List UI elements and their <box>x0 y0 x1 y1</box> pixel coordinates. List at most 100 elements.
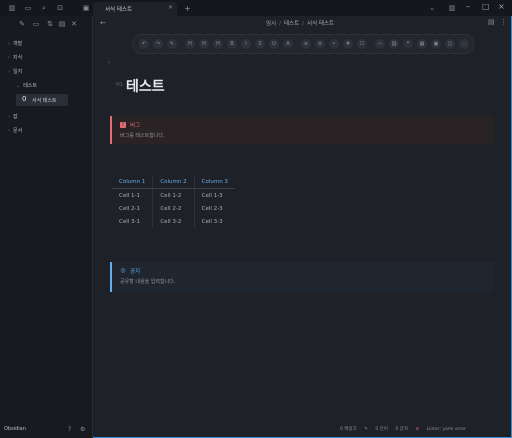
table-cell[interactable]: Cell 2-2 <box>152 202 195 215</box>
table-row: Cell 2-1 Cell 2-2 Cell 2-3 <box>112 202 235 215</box>
folder-label: 잡 <box>13 114 18 120</box>
redo-icon[interactable]: ↷ <box>153 39 163 49</box>
fold-chevron-icon[interactable]: › <box>108 60 110 66</box>
callout-icon[interactable]: ◫ <box>445 39 455 49</box>
vault-switcher[interactable]: Obsidian ? ⚙ <box>0 420 93 438</box>
table-cell[interactable]: Cell 1-2 <box>152 188 195 202</box>
settings-gear-icon[interactable]: ⚙ <box>80 426 85 433</box>
page-heading: 테스트 <box>126 79 165 95</box>
sidebar-toggle-icon[interactable]: ▥ <box>8 4 16 12</box>
table-icon[interactable]: ▦ <box>417 39 427 49</box>
highlight-icon[interactable]: A <box>283 39 293 49</box>
more-format-icon[interactable]: ⋯ <box>459 39 469 49</box>
file-label: 서식 테스트 <box>32 98 57 104</box>
folder-label: 개발 <box>13 41 23 47</box>
folder-misc[interactable]: › 잡 <box>8 113 18 120</box>
align-left-icon[interactable]: ≡ <box>301 39 311 49</box>
edit-mode-icon[interactable]: ✎ <box>364 427 368 432</box>
table-header-cell[interactable]: Column 1 <box>112 176 154 189</box>
bold-icon[interactable]: B <box>227 39 237 49</box>
new-folder-icon[interactable]: ▭ <box>32 20 40 28</box>
table-cell[interactable]: Cell 3-3 <box>194 215 235 228</box>
table-cell[interactable]: Cell 2-1 <box>112 202 154 215</box>
right-sidebar-toggle-icon[interactable]: ▥ <box>448 4 456 12</box>
folder-label: 일지 <box>13 69 23 75</box>
backlinks-count[interactable]: 0 백링크 <box>340 427 357 432</box>
quote-icon[interactable]: ❝ <box>403 39 413 49</box>
strikethrough-icon[interactable]: S <box>255 39 265 49</box>
folder-knowledge[interactable]: › 지식 <box>8 54 22 61</box>
table-row: Cell 3-1 Cell 3-2 Cell 3-3 <box>112 215 235 228</box>
close-icon[interactable]: ✕ <box>70 20 78 28</box>
table-cell[interactable]: Cell 1-3 <box>194 189 235 203</box>
info-icon: ◎ <box>120 267 126 274</box>
heading1-icon[interactable]: H <box>185 39 195 49</box>
heading3-icon[interactable]: H <box>213 39 223 49</box>
close-window-button[interactable]: × <box>498 2 505 11</box>
chevron-right-icon: › <box>8 114 10 120</box>
search-icon[interactable]: ⌕ <box>40 4 48 12</box>
linter-error-icon[interactable]: ⊘ <box>415 427 419 432</box>
minimize-button[interactable]: – <box>466 2 470 11</box>
table-header-cell[interactable]: Column 2 <box>152 176 195 189</box>
chevron-right-icon: › <box>8 128 10 134</box>
char-count: 0 글자 <box>395 427 408 432</box>
undo-icon[interactable]: ↶ <box>139 39 149 49</box>
folder-dev[interactable]: › 개발 <box>8 40 22 47</box>
heading2-icon[interactable]: H <box>199 39 209 49</box>
help-icon[interactable]: ? <box>68 426 71 433</box>
breadcrumb-item[interactable]: 임시 <box>266 21 276 27</box>
close-tab-icon[interactable]: × <box>168 4 173 11</box>
tab-format-test[interactable]: 서식 테스트 × <box>93 2 177 16</box>
word-count: 0 단어 <box>375 427 388 432</box>
table-cell[interactable]: Cell 2-3 <box>194 202 235 215</box>
formatting-toolbar: ↶ ↷ ✎ H H H B I S U A ≡ ≡ • # ☐ ‹› ⛓ ❝ ▦… <box>132 34 474 54</box>
file-number: 0 <box>22 95 27 103</box>
table-cell[interactable]: Cell 3-1 <box>112 215 154 228</box>
bookmark-icon[interactable]: ⊡ <box>56 4 64 12</box>
folder-docs[interactable]: › 문서 <box>8 127 22 134</box>
reading-view-icon[interactable]: ▤ <box>488 18 495 26</box>
callout-title: 버그 <box>130 123 141 129</box>
folder-test[interactable]: ⌄ 테스트 <box>16 82 37 89</box>
chevron-down-icon: ⌄ <box>16 83 21 89</box>
sort-icon[interactable]: ⇅ <box>46 20 54 28</box>
new-note-icon[interactable]: ✎ <box>18 20 26 28</box>
italic-icon[interactable]: I <box>241 39 251 49</box>
new-tab-button[interactable]: + <box>183 4 192 13</box>
nav-back-forward[interactable]: ← <box>100 19 106 27</box>
bullet-list-icon[interactable]: • <box>329 39 339 49</box>
dropdown-chevron-icon[interactable]: ⌄ <box>428 4 436 12</box>
callout-notice: ◎ 공지 공유할 내용을 입력합니다. <box>110 262 494 292</box>
image-icon[interactable]: ▣ <box>431 39 441 49</box>
table-cell[interactable]: Cell 3-2 <box>152 215 195 228</box>
chevron-right-icon: › <box>8 69 10 75</box>
callout-body: 공유할 내용을 입력합니다. <box>120 279 176 285</box>
more-options-icon[interactable]: ⋮ <box>500 18 507 26</box>
clear-format-icon[interactable]: ✎ <box>167 39 177 49</box>
linter-status[interactable]: Linter: yaml error <box>427 427 466 432</box>
align-center-icon[interactable]: ≡ <box>315 39 325 49</box>
callout-title: 공지 <box>130 269 141 275</box>
file-format-test[interactable]: 0 서식 테스트 <box>16 94 68 106</box>
link-icon[interactable]: ⛓ <box>389 39 399 49</box>
table-header-cell[interactable]: Column 3 <box>194 176 235 189</box>
checklist-icon[interactable]: ☐ <box>357 39 367 49</box>
table-cell[interactable]: Cell 1-1 <box>112 188 154 202</box>
collapse-icon[interactable]: ▤ <box>58 20 66 28</box>
folder-label: 테스트 <box>23 83 38 89</box>
breadcrumb-item[interactable]: 테스트 <box>284 21 299 27</box>
underline-icon[interactable]: U <box>269 39 279 49</box>
code-icon[interactable]: ‹› <box>375 39 385 49</box>
folder-journal[interactable]: › 일지 <box>8 68 22 75</box>
number-list-icon[interactable]: # <box>343 39 353 49</box>
callout-body: 버그를 테스트합니다. <box>120 133 165 139</box>
maximize-button[interactable]: □ <box>482 2 490 11</box>
callout-bug: ! 버그 버그를 테스트합니다. <box>110 116 494 144</box>
panel-toggle-icon[interactable]: ▣ <box>82 4 90 12</box>
data-table: Column 1 Column 2 Column 3 Cell 1-1 Cell… <box>112 176 235 228</box>
folder-icon[interactable]: ▭ <box>24 4 32 12</box>
chevron-right-icon: › <box>8 41 10 47</box>
breadcrumb-item[interactable]: 서식 테스트 <box>307 21 334 27</box>
chevron-right-icon: › <box>8 55 10 61</box>
